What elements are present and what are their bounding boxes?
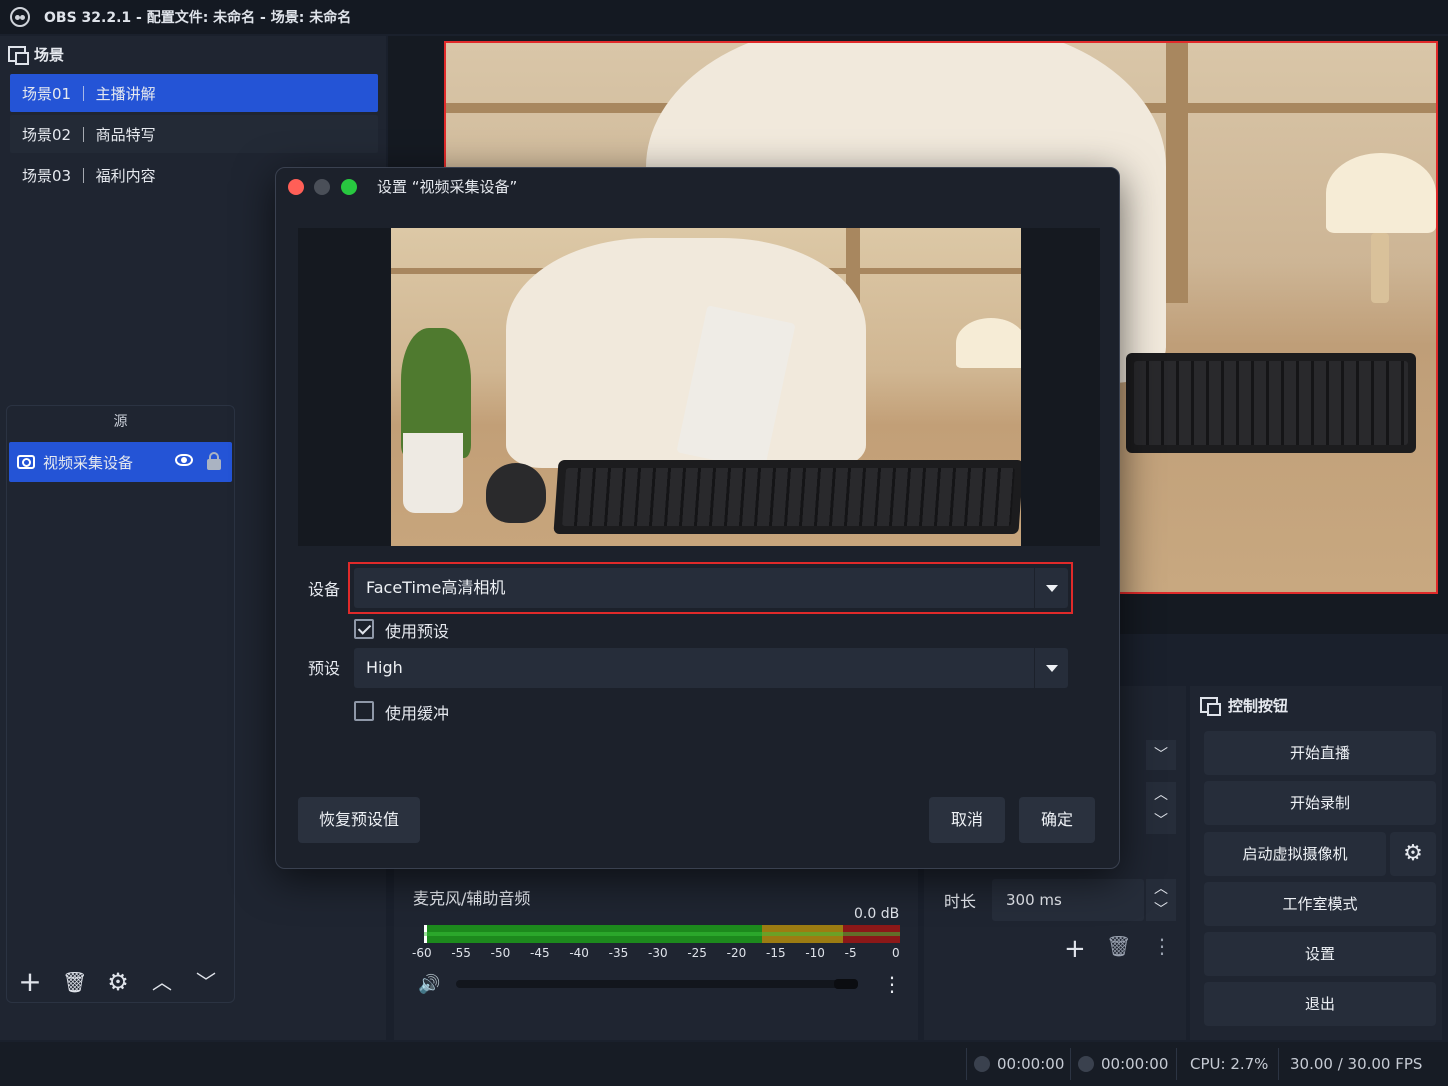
use-preset-label: 使用预设 <box>385 622 450 641</box>
chevron-down-icon[interactable]: ﹀ <box>1146 808 1176 834</box>
studio-mode-button[interactable]: 工作室模式 <box>1204 882 1436 926</box>
device-select[interactable]: FaceTime高清相机 <box>354 568 1068 608</box>
transition-menu-icon[interactable]: ⋮ <box>1152 934 1172 958</box>
use-buffer-label: 使用缓冲 <box>385 704 450 723</box>
meter-tick-label: -55 <box>451 946 471 960</box>
meter-tick-label: -30 <box>648 946 668 960</box>
mixer-source-label: 麦克风/辅助音频 <box>413 889 531 908</box>
move-up-icon[interactable]: ︿ <box>150 970 174 994</box>
shelf-post <box>1166 43 1188 303</box>
status-divider <box>966 1048 967 1080</box>
plant-pot-image <box>403 433 463 513</box>
cpu-usage: CPU: 2.7% <box>1190 1055 1269 1073</box>
camera-icon <box>17 455 35 469</box>
minimize-window-icon[interactable] <box>314 179 330 195</box>
start-virtual-camera-button[interactable]: 启动虚拟摄像机 <box>1204 832 1386 876</box>
start-streaming-button[interactable]: 开始直播 <box>1204 731 1436 775</box>
chevron-up-icon[interactable]: ︿ <box>1146 782 1176 808</box>
dialog-title: 设置 “视频采集设备” <box>377 178 518 196</box>
meter-tick-label: -50 <box>490 946 511 960</box>
speaker-icon[interactable]: 🔊 <box>418 974 440 995</box>
exit-button[interactable]: 退出 <box>1204 982 1436 1026</box>
move-down-icon[interactable]: ﹀ <box>194 970 218 994</box>
lock-icon[interactable] <box>207 452 221 470</box>
keyboard-image <box>553 460 1021 534</box>
scenes-header: 场景 <box>8 40 64 68</box>
duration-input[interactable]: 300 ms <box>992 879 1144 921</box>
duration-label: 时长 <box>944 892 977 911</box>
device-select-value: FaceTime高清相机 <box>366 578 506 597</box>
meter-tick-label: -20 <box>726 946 747 960</box>
fps-readout: 30.00 / 30.00 FPS <box>1290 1055 1423 1073</box>
use-preset-checkbox[interactable] <box>354 619 374 639</box>
settings-button[interactable]: 设置 <box>1204 932 1436 976</box>
preset-select-value: High <box>366 658 403 677</box>
controls-title: 控制按钮 <box>1228 696 1289 715</box>
source-settings-icon[interactable]: ⚙ <box>106 970 130 994</box>
obs-logo-icon <box>10 7 30 27</box>
meter-tick-label: -10 <box>805 946 825 960</box>
status-divider <box>1070 1048 1071 1080</box>
add-source-icon[interactable]: + <box>18 968 42 996</box>
transition-dropdown-chevron-icon[interactable]: ﹀ <box>1146 740 1176 770</box>
mouse-image <box>486 463 546 523</box>
stream-status-icon <box>974 1056 990 1072</box>
zoom-window-icon[interactable] <box>341 179 357 195</box>
start-recording-button[interactable]: 开始录制 <box>1204 781 1436 825</box>
record-status-icon <box>1078 1056 1094 1072</box>
meter-tick-label: -35 <box>608 946 629 960</box>
meter-tick-label: 0 <box>892 946 900 960</box>
visibility-eye-icon[interactable] <box>175 454 193 466</box>
preset-select[interactable]: High <box>354 648 1068 688</box>
add-transition-icon[interactable]: + <box>1064 934 1086 964</box>
keyboard-image <box>1126 353 1416 453</box>
meter-tick-label: -45 <box>530 946 550 960</box>
scenes-title: 场景 <box>34 45 65 64</box>
scene-item-1[interactable]: 场景01 ｜ 主播讲解 <box>10 74 378 112</box>
restore-defaults-button[interactable]: 恢复预设值 <box>298 797 420 843</box>
status-divider <box>1278 1048 1279 1080</box>
title-bar: OBS 32.2.1 - 配置文件: 未命名 - 场景: 未命名 <box>0 0 1448 34</box>
sources-toolbar: + 🗑 ⚙ ︿ ﹀ <box>12 964 232 1000</box>
dropdown-caret-icon <box>1034 648 1068 688</box>
duration-up-icon[interactable]: ︿ <box>1146 879 1176 900</box>
status-divider <box>1176 1048 1177 1080</box>
sources-dock <box>6 405 235 1003</box>
meter-tick-label: -5 <box>844 946 857 960</box>
meter-tick-label: -40 <box>569 946 589 960</box>
remove-source-icon[interactable]: 🗑 <box>62 970 87 994</box>
controls-header: 控制按钮 <box>1200 694 1288 716</box>
sources-title: 源 <box>113 414 128 430</box>
meter-tick-label: -60 <box>412 946 432 960</box>
virtual-camera-settings-gear-icon[interactable]: ⚙ <box>1390 832 1436 876</box>
source-item-video-capture[interactable]: 视频采集设备 <box>9 442 232 482</box>
dock-icon <box>8 46 29 65</box>
dropdown-caret-icon <box>1034 568 1068 608</box>
duration-down-icon[interactable]: ﹀ <box>1146 900 1176 921</box>
meter-tick-label: -25 <box>687 946 707 960</box>
camera-preview-image <box>391 228 1021 546</box>
use-buffer-checkbox[interactable] <box>354 701 374 721</box>
stream-time: 00:00:00 <box>997 1055 1065 1073</box>
volume-meter <box>424 925 900 943</box>
volume-slider[interactable] <box>456 979 858 989</box>
source-item-label: 视频采集设备 <box>43 453 134 472</box>
mixer-menu-icon[interactable]: ⋮ <box>882 972 902 996</box>
window-title: OBS 32.2.1 - 配置文件: 未命名 - 场景: 未命名 <box>44 10 352 26</box>
close-window-icon[interactable] <box>288 179 304 195</box>
lamp-image <box>1326 153 1436 233</box>
dock-icon <box>1200 697 1221 716</box>
remove-transition-icon[interactable]: 🗑 <box>1106 934 1131 958</box>
db-readout: 0.0 dB <box>854 906 900 922</box>
scene-item-2[interactable]: 场景02 ｜ 商品特写 <box>10 115 378 153</box>
ok-button[interactable]: 确定 <box>1019 797 1095 843</box>
lamp-base <box>1371 233 1389 303</box>
meter-tick-label: -15 <box>766 946 786 960</box>
device-label: 设备 <box>308 580 341 599</box>
preset-label: 预设 <box>308 659 341 678</box>
cancel-button[interactable]: 取消 <box>929 797 1005 843</box>
lamp-image <box>956 318 1021 368</box>
record-time: 00:00:00 <box>1101 1055 1169 1073</box>
